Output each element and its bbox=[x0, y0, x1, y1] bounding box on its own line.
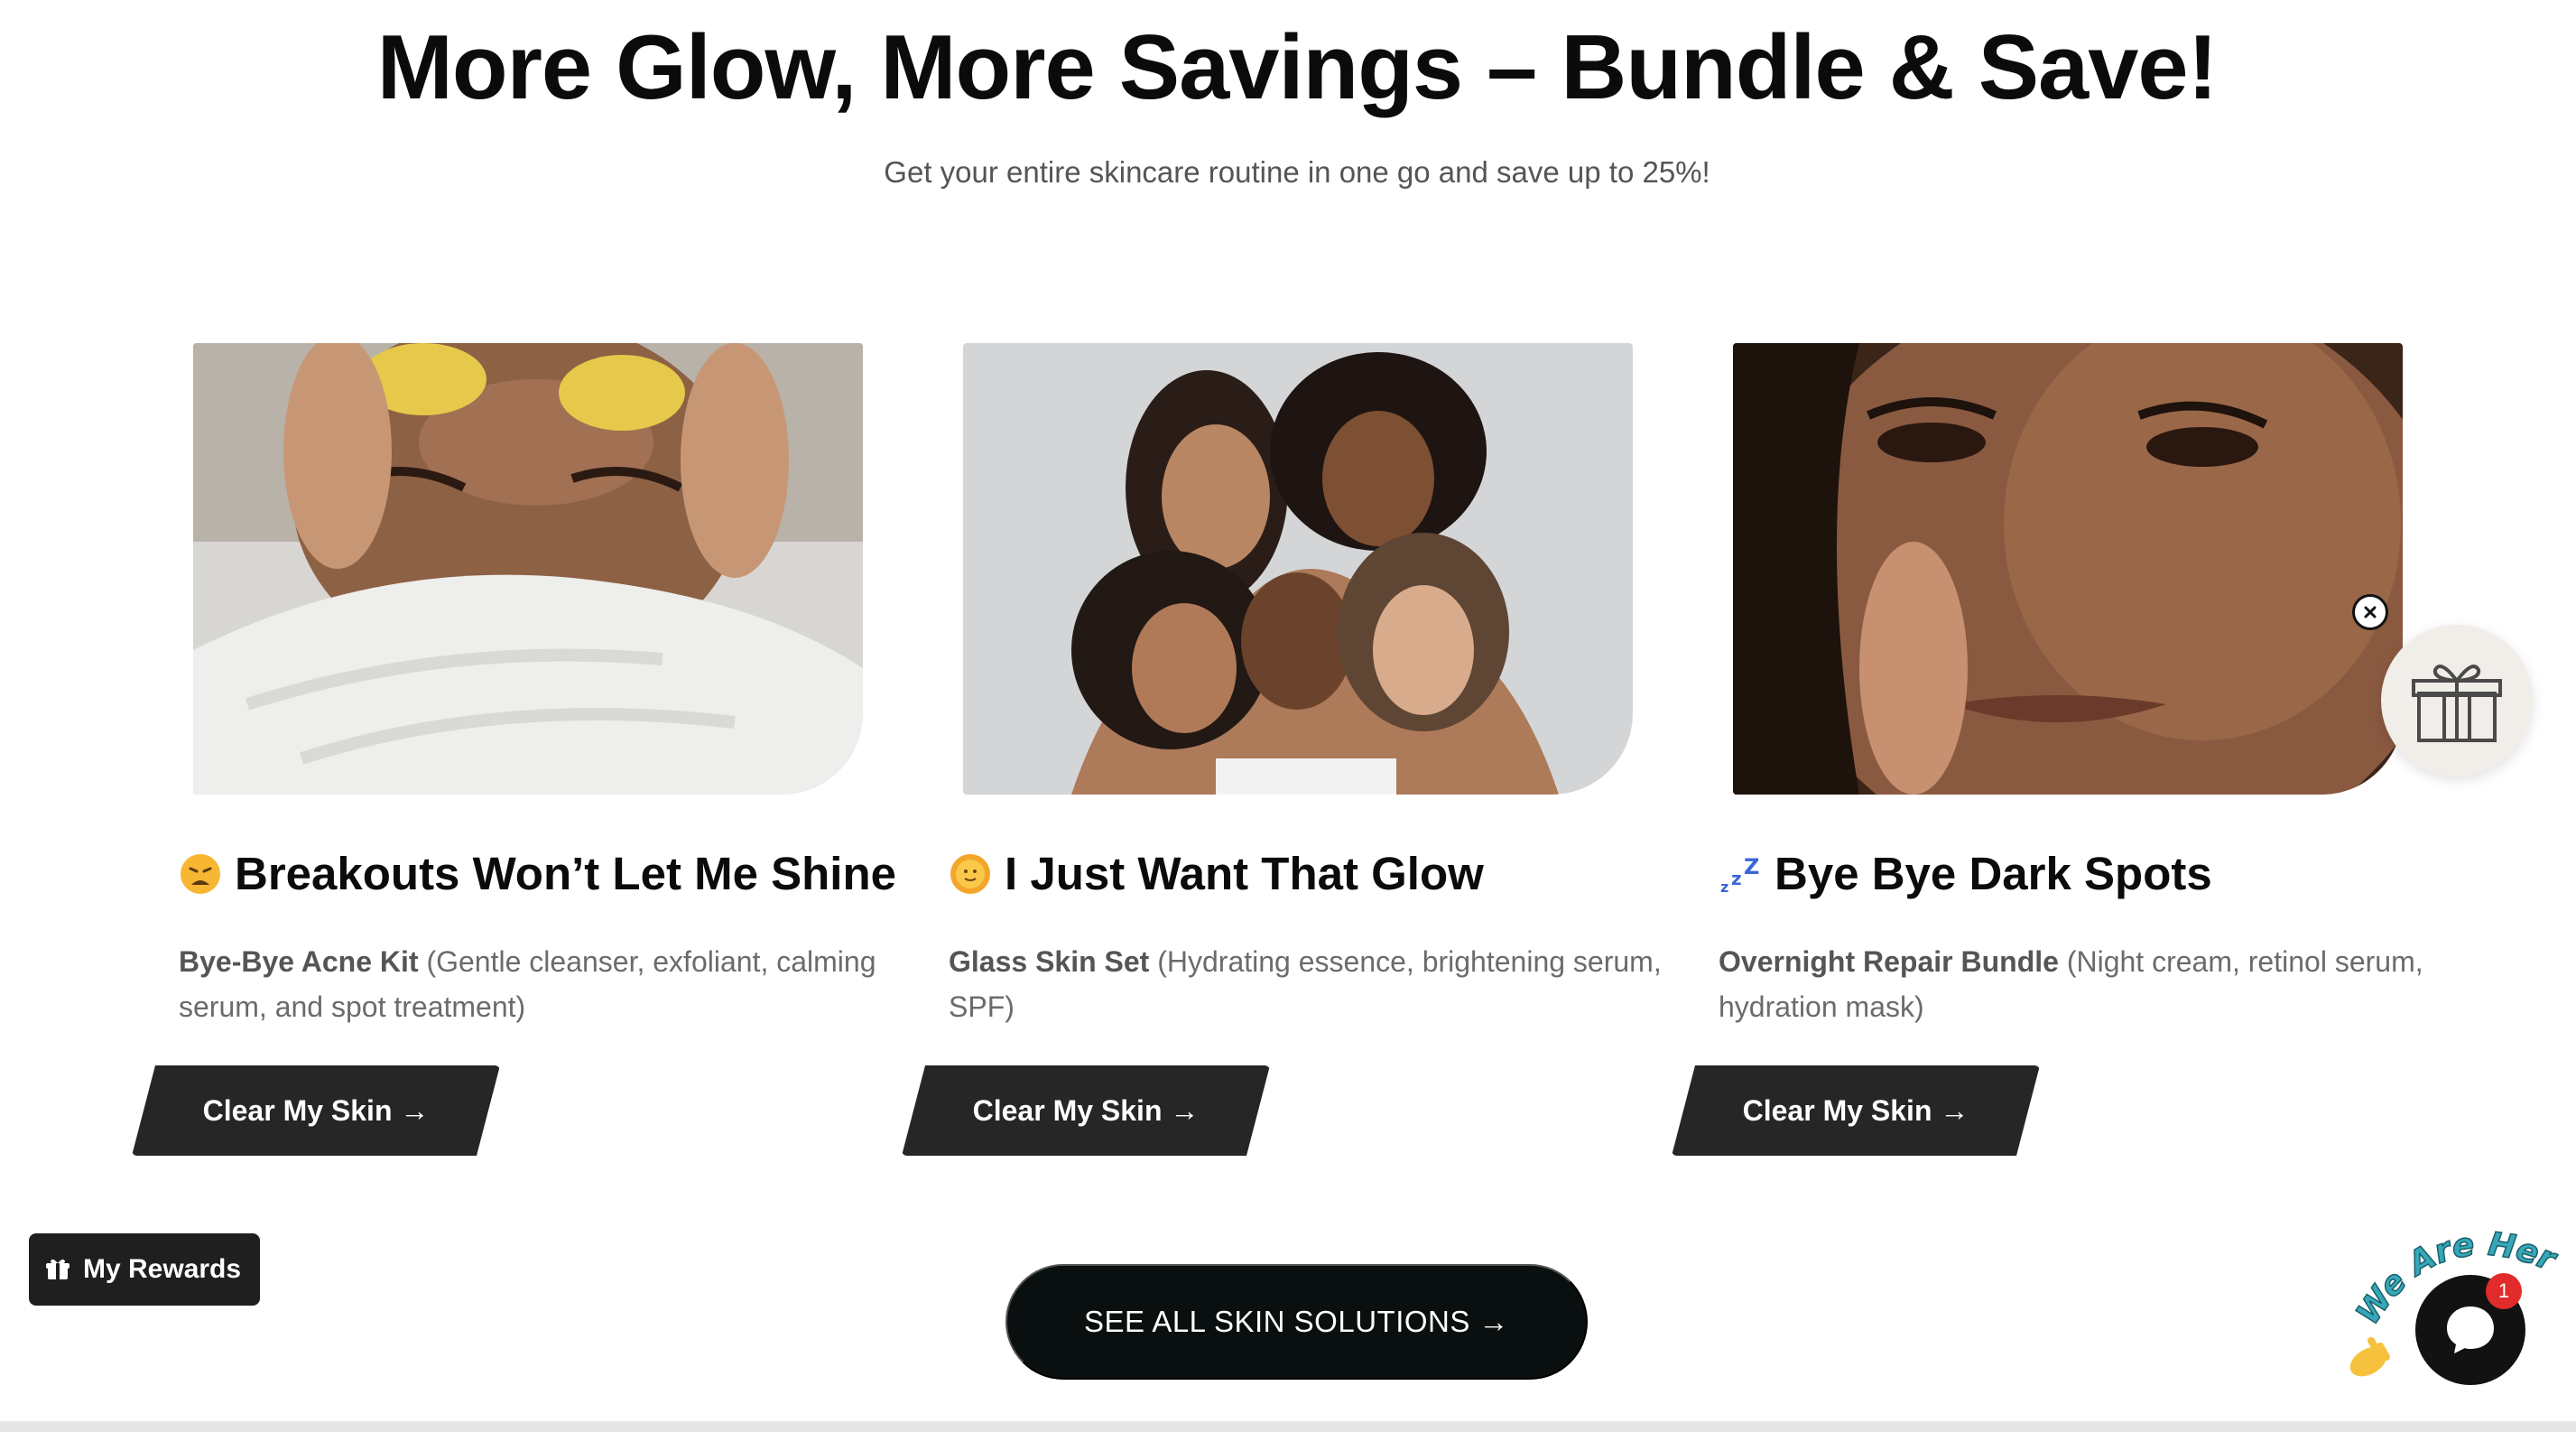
product-name: Overnight Repair Bundle bbox=[1719, 945, 2059, 978]
card-image-closeup-face[interactable] bbox=[1733, 343, 2403, 795]
sun-face-icon bbox=[949, 852, 992, 896]
page: More Glow, More Savings – Bundle & Save!… bbox=[0, 0, 2576, 1432]
clear-my-skin-button[interactable]: Clear My Skin → bbox=[902, 1065, 1270, 1156]
svg-text:z: z bbox=[1731, 868, 1742, 889]
page-title: More Glow, More Savings – Bundle & Save! bbox=[376, 17, 2218, 118]
gift-outline-icon bbox=[2412, 665, 2502, 742]
card-title: z z Z Bye Bye Dark Spots bbox=[1719, 847, 2432, 900]
card-image-group-portrait[interactable] bbox=[963, 343, 1633, 795]
gift-icon bbox=[46, 1259, 69, 1279]
my-rewards-label: My Rewards bbox=[83, 1254, 242, 1284]
bottom-divider bbox=[0, 1421, 2576, 1432]
zzz-icon: z z Z bbox=[1719, 852, 1762, 896]
weary-face-icon bbox=[179, 852, 222, 896]
page-subtitle: Get your entire skincare routine in one … bbox=[884, 155, 1710, 189]
gift-popup-button[interactable] bbox=[2381, 625, 2533, 776]
card-title: I Just Want That Glow bbox=[949, 847, 1662, 900]
chat-bubble-icon bbox=[2447, 1306, 2494, 1353]
chat-widget: We Are Here! 1 bbox=[2338, 1210, 2576, 1390]
close-icon bbox=[2364, 606, 2377, 618]
card-image-facial-treatment[interactable] bbox=[193, 343, 863, 795]
product-name: Bye-Bye Acne Kit bbox=[179, 945, 419, 978]
my-rewards-button[interactable]: My Rewards bbox=[29, 1233, 260, 1306]
svg-text:Z: Z bbox=[1744, 854, 1759, 879]
waving-hand-icon bbox=[2349, 1336, 2390, 1377]
unread-count-badge: 1 bbox=[2486, 1273, 2522, 1309]
card-description: Bye-Bye Acne Kit (Gentle cleanser, exfol… bbox=[179, 939, 892, 1029]
card-title-text: I Just Want That Glow bbox=[1005, 848, 1484, 899]
card-title: Breakouts Won’t Let Me Shine bbox=[179, 847, 896, 900]
card-description: Overnight Repair Bundle (Night cream, re… bbox=[1719, 939, 2432, 1029]
clear-my-skin-button[interactable]: Clear My Skin → bbox=[1672, 1065, 2040, 1156]
card-title-text: Bye Bye Dark Spots bbox=[1774, 848, 2212, 899]
svg-text:z: z bbox=[1720, 879, 1728, 896]
product-name: Glass Skin Set bbox=[949, 945, 1150, 978]
card-description: Glass Skin Set (Hydrating essence, brigh… bbox=[949, 939, 1662, 1029]
card-title-text: Breakouts Won’t Let Me Shine bbox=[235, 848, 896, 899]
see-all-skin-solutions-button[interactable]: SEE ALL SKIN SOLUTIONS → bbox=[1005, 1264, 1588, 1380]
clear-my-skin-button[interactable]: Clear My Skin → bbox=[132, 1065, 500, 1156]
close-gift-popup-button[interactable] bbox=[2352, 594, 2388, 630]
